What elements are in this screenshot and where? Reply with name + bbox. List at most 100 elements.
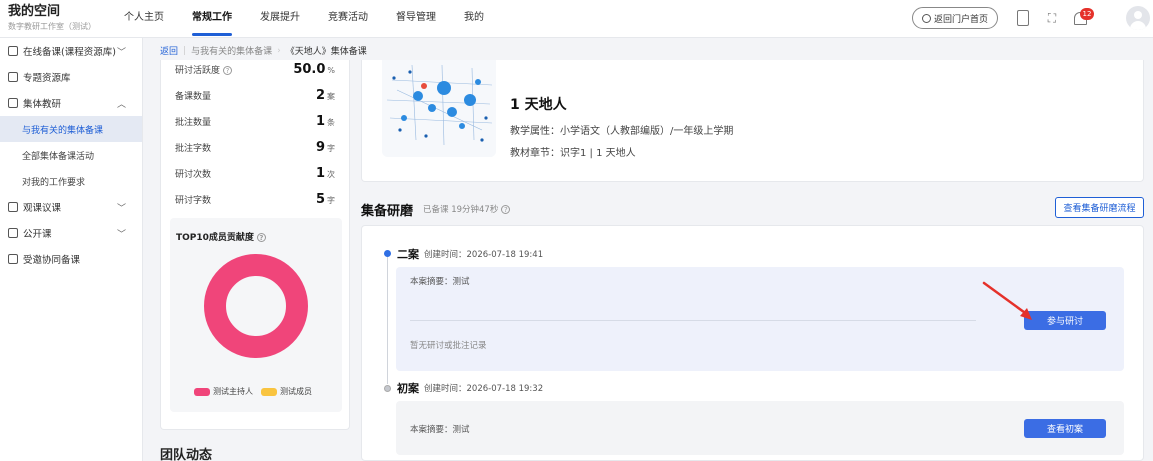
sidebar-item-label: 在线备课(课程资源库) [23, 47, 116, 58]
section-title: 集备研磨 [361, 204, 414, 219]
sidebar-item-invited[interactable]: 受邀协同备课 [0, 246, 142, 272]
stat-label: 研讨次数 [175, 170, 212, 180]
empty-record-text: 暂无研讨或批注记录 [410, 341, 487, 351]
sidebar-item-label: 公开课 [23, 229, 52, 240]
stat-row: 研讨次数 1次 [175, 166, 335, 186]
return-portal-label: 返回门户首页 [933, 14, 988, 25]
sidebar: 在线备课(课程资源库) ﹀ 专题资源库 集体教研 ︿ 与我有关的集体备课 全部集… [0, 38, 143, 461]
sidebar-subitem-all-activities[interactable]: 全部集体备课活动 [0, 142, 142, 168]
stat-label: 研讨字数 [175, 196, 212, 206]
brand[interactable]: 我的空间 数字教研工作室（测试） [8, 4, 96, 33]
version-summary: 本案摘要：测试 [410, 277, 470, 287]
stat-label: 研讨活跃度? [175, 63, 233, 76]
return-portal-button[interactable]: 返回门户首页 [912, 7, 998, 29]
stat-row: 备课数量 2案 [175, 88, 335, 108]
doc-icon [8, 98, 18, 108]
chevron-right-icon: › [277, 45, 281, 56]
chevron-down-icon: ﹀ [116, 229, 126, 240]
screen-icon [8, 228, 18, 238]
lesson-thumbnail[interactable] [382, 60, 496, 157]
breadcrumb-back[interactable]: 返回 [160, 44, 178, 57]
version-time: 创建时间：2026-07-18 19:41 [424, 250, 544, 260]
section-meta: 已备课 19分钟47秒? [423, 203, 511, 215]
chart-legend: 测试主持人 测试成员 [194, 386, 312, 397]
main-nav: 个人主页 常规工作 发展提升 竞赛活动 督导管理 我的 [110, 0, 498, 38]
observe-icon [8, 202, 18, 212]
timeline-line [387, 256, 388, 384]
contribution-card: TOP10成员贡献度? 测试主持人 测试成员 [170, 218, 342, 412]
annotation-arrow-icon [982, 281, 1032, 320]
stat-row: 研讨活跃度? 50.0% [175, 62, 335, 82]
nav-item-competition[interactable]: 竞赛活动 [314, 0, 382, 38]
sidebar-item-label: 集体教研 [23, 99, 62, 110]
notification-badge: 12 [1080, 8, 1094, 20]
view-process-button[interactable]: 查看集备研磨流程 [1055, 197, 1144, 218]
stat-label: 批注数量 [175, 118, 212, 128]
sidebar-item-observe[interactable]: 观课议课 ﹀ [0, 194, 142, 220]
molecule-illustration [382, 60, 496, 157]
legend-item-host[interactable]: 测试主持人 [194, 386, 253, 397]
nav-item-home[interactable]: 个人主页 [110, 0, 178, 38]
brand-title: 我的空间 [8, 4, 61, 19]
stat-value: 9字 [315, 140, 335, 155]
fullscreen-icon[interactable]: ⛶ [1044, 9, 1060, 27]
sidebar-subitem-related[interactable]: 与我有关的集体备课 [0, 116, 142, 142]
team-activity-title: 团队动态 [160, 448, 213, 461]
version-name: 初案 [397, 382, 419, 395]
timeline-dot-active [384, 250, 391, 257]
divider [410, 320, 976, 321]
lesson-title: 1 天地人 [510, 97, 567, 113]
nav-item-routine-work[interactable]: 常规工作 [178, 0, 246, 38]
chevron-down-icon: ﹀ [116, 47, 126, 58]
breadcrumb: 返回 | 与我有关的集体备课 › 《天地人》集体备课 [160, 44, 367, 58]
view-first-draft-button[interactable]: 查看初案 [1024, 419, 1106, 438]
avatar[interactable] [1126, 6, 1150, 30]
chevron-down-icon: ﹀ [116, 203, 126, 214]
breadcrumb-level1[interactable]: 与我有关的集体备课 [191, 44, 272, 57]
book-icon [8, 46, 18, 56]
version-card: 本案摘要：测试 查看初案 [396, 401, 1124, 455]
nav-item-development[interactable]: 发展提升 [246, 0, 314, 38]
lesson-info-card: 1 天地人 教学属性：小学语文（人教部编版）/一年级上学期 教材章节：识字1 |… [361, 60, 1144, 182]
top-nav-bar: 我的空间 数字教研工作室（测试） 个人主页 常规工作 发展提升 竞赛活动 督导管… [0, 0, 1153, 38]
nav-item-supervision[interactable]: 督导管理 [382, 0, 450, 38]
help-icon: ? [501, 205, 511, 214]
stat-row: 研讨字数 5字 [175, 192, 335, 212]
stat-row: 批注字数 9字 [175, 140, 335, 160]
help-icon: ? [256, 233, 266, 242]
stat-value: 1次 [315, 166, 335, 181]
help-icon: ? [223, 66, 233, 75]
lesson-attribute: 教学属性：小学语文（人教部编版）/一年级上学期 [510, 126, 734, 137]
stat-value: 50.0% [293, 62, 335, 77]
sidebar-item-label: 专题资源库 [23, 73, 71, 84]
contribution-donut-chart [204, 254, 308, 358]
nav-item-mine[interactable]: 我的 [450, 0, 498, 38]
sidebar-item-collective-research[interactable]: 集体教研 ︿ [0, 90, 142, 116]
breadcrumb-divider: | [183, 45, 187, 56]
stat-row: 批注数量 1条 [175, 114, 335, 134]
stat-label: 批注字数 [175, 144, 212, 154]
version-time: 创建时间：2026-07-18 19:32 [424, 384, 544, 394]
lesson-chapter: 教材章节：识字1 | 1 天地人 [510, 148, 636, 159]
version-timeline: 二案 创建时间：2026-07-18 19:41 本案摘要：测试 暂无研讨或批注… [361, 225, 1144, 461]
sidebar-item-online-lesson[interactable]: 在线备课(课程资源库) ﹀ [0, 38, 142, 64]
chevron-up-icon: ︿ [116, 99, 126, 110]
mobile-icon[interactable] [1015, 9, 1031, 27]
sidebar-subitem-requirements[interactable]: 对我的工作要求 [0, 168, 142, 194]
stat-value: 1条 [315, 114, 335, 129]
legend-item-member[interactable]: 测试成员 [261, 386, 312, 397]
stat-value: 2案 [315, 88, 335, 103]
sidebar-item-open-class[interactable]: 公开课 ﹀ [0, 220, 142, 246]
donut-slice-host [204, 254, 308, 358]
brand-subtitle: 数字教研工作室（测试） [8, 22, 96, 31]
sidebar-item-topic-resources[interactable]: 专题资源库 [0, 64, 142, 90]
sidebar-item-label: 观课议课 [23, 203, 62, 214]
breadcrumb-current: 《天地人》集体备课 [285, 47, 367, 57]
globe-icon [921, 13, 931, 23]
stat-value: 5字 [315, 192, 335, 207]
timeline-dot [384, 385, 391, 392]
version-summary: 本案摘要：测试 [410, 425, 470, 435]
contribution-title: TOP10成员贡献度? [176, 230, 266, 243]
stat-label: 备课数量 [175, 92, 212, 102]
folder-icon [8, 72, 18, 82]
